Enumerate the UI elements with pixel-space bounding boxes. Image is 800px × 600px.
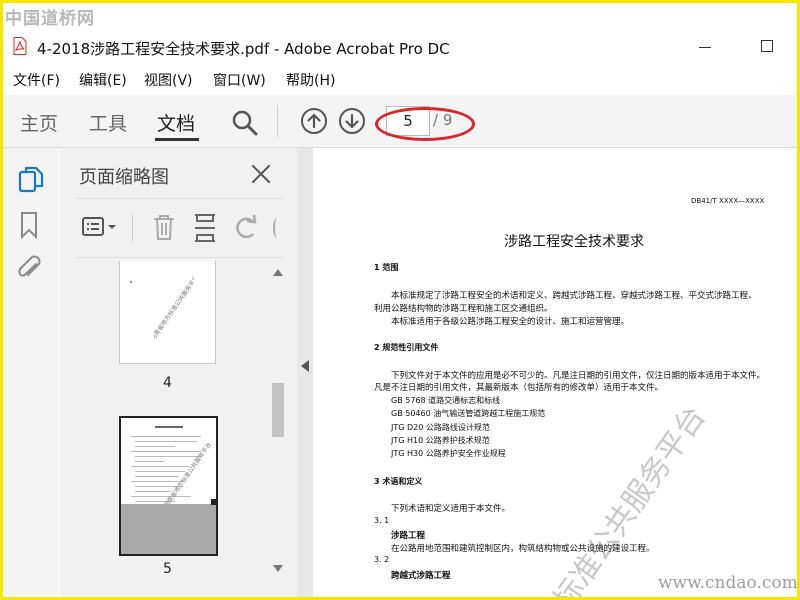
section-heading: 3 术语和定义 xyxy=(374,477,423,486)
document-title: 涉路工程安全技术要求 xyxy=(504,234,644,250)
maximize-button[interactable] xyxy=(761,40,773,52)
navigation-rail xyxy=(3,148,59,597)
screenshot-frame: 中国道桥网 4-2018涉路工程安全技术要求.pdf - Adobe Acrob… xyxy=(0,0,800,600)
menu-bar: 文件(F) 编辑(E) 视图(V) 窗口(W) 帮助(H) xyxy=(3,67,797,91)
paragraph-line: 下列术语和定义适用于本文件。 xyxy=(391,504,511,514)
collapse-panel-icon[interactable] xyxy=(301,360,309,372)
term-name: 涉路工程 xyxy=(391,531,426,541)
page-thumbnails-icon[interactable] xyxy=(17,165,45,195)
section-heading: 1 范围 xyxy=(374,263,399,272)
menu-window[interactable]: 窗口(W) xyxy=(213,70,266,90)
visible-area-overlay xyxy=(121,504,216,554)
site-url-watermark: www.cndao.com xyxy=(658,573,798,593)
menu-help[interactable]: 帮助(H) xyxy=(286,70,335,90)
section-heading: 2 规范性引用文件 xyxy=(374,343,439,352)
more-tools-icon[interactable] xyxy=(273,218,281,238)
reference-item: JTG D20 公路路线设计规范 xyxy=(391,423,490,432)
term-name: 跨越式涉路工程 xyxy=(391,571,451,581)
rotate-page-icon[interactable] xyxy=(233,214,261,242)
tab-document[interactable]: 文档 xyxy=(157,109,195,136)
paragraph-line: 凡是不注日期的引用文件，其最新版本（包括所有的修改单）适用于本文件。 xyxy=(374,383,664,393)
delete-icon[interactable] xyxy=(151,213,177,241)
scrollbar-thumb[interactable] xyxy=(272,383,284,437)
scroll-up-icon[interactable] xyxy=(273,269,283,276)
bookmark-icon[interactable] xyxy=(17,211,41,239)
thumbnail-scrollbar[interactable] xyxy=(269,265,287,577)
scroll-down-icon[interactable] xyxy=(273,565,283,572)
next-page-icon[interactable] xyxy=(338,107,366,135)
document-view[interactable]: 标准公共服务平台 DB41/T XXXX—XXXX 涉路工程安全技术要求 1 范… xyxy=(313,148,797,597)
resize-handle[interactable] xyxy=(211,499,217,505)
reference-item: JTG H10 公路养护技术规范 xyxy=(391,436,490,445)
close-icon[interactable] xyxy=(250,163,272,185)
window-title: 4-2018涉路工程安全技术要求.pdf - Adobe Acrobat Pro… xyxy=(37,40,450,58)
annotation-highlight-ring xyxy=(375,107,475,141)
document-code: DB41/T XXXX—XXXX xyxy=(691,197,765,205)
tab-home[interactable]: 主页 xyxy=(20,109,58,136)
pdf-file-icon xyxy=(13,37,27,55)
active-tab-indicator xyxy=(155,138,199,141)
menu-edit[interactable]: 编辑(E) xyxy=(79,70,127,90)
paragraph-line: 本标准规定了涉路工程安全的术语和定义、跨越式涉路工程、穿越式涉路工程、平交式涉路… xyxy=(391,291,757,301)
page-thumbnails-panel: 页面缩略图 河南省地方标准公共服务平台 4 河南省地方标准公共服务平台 5 xyxy=(60,148,297,597)
minimize-button[interactable] xyxy=(699,47,711,48)
reference-item: JTG H30 公路养护安全作业规程 xyxy=(391,449,506,458)
search-icon[interactable] xyxy=(231,109,259,137)
term-number: 3. 2 xyxy=(374,555,390,564)
attachment-icon[interactable] xyxy=(17,255,43,283)
thumbnail-label: 4 xyxy=(163,375,172,391)
thumbnail-watermark: 河南省地方标准公共服务平台 xyxy=(162,441,211,508)
term-number: 3. 1 xyxy=(374,516,390,525)
site-watermark: 中国道桥网 xyxy=(5,9,95,29)
title-bar: 4-2018涉路工程安全技术要求.pdf - Adobe Acrobat Pro… xyxy=(3,31,797,65)
thumbnail-toolbar xyxy=(76,198,281,258)
reference-item: GB 50460 油气输送管道跨越工程施工规范 xyxy=(391,409,546,418)
extract-pages-icon[interactable] xyxy=(193,213,217,243)
thumbnail-page-4[interactable]: 河南省地方标准公共服务平台 xyxy=(119,261,216,364)
previous-page-icon[interactable] xyxy=(300,107,328,135)
thumbnail-watermark: 河南省地方标准公共服务平台 xyxy=(154,274,194,341)
paragraph-line: 下列文件对于本文件的应用是必不可少的。凡是注日期的引用文件，仅注日期的版本适用于… xyxy=(391,371,766,381)
menu-view[interactable]: 视图(V) xyxy=(144,70,193,90)
term-definition: 在公路用地范围和建筑控制区内，构筑结构物或公共设施的建设工程。 xyxy=(391,544,655,554)
panel-title: 页面缩略图 xyxy=(79,167,169,188)
thumbnail-options-icon[interactable] xyxy=(82,216,118,238)
paragraph-line: 利用公路结构物的涉路工程和施工区交通组织。 xyxy=(374,304,553,314)
menu-file[interactable]: 文件(F) xyxy=(13,70,60,90)
thumbnail-label: 5 xyxy=(163,561,172,577)
panel-collapse-bar[interactable] xyxy=(297,148,313,597)
thumbnail-page-5[interactable]: 河南省地方标准公共服务平台 xyxy=(119,416,218,556)
tool-divider xyxy=(132,214,133,242)
paragraph-line: 本标准适用于各级公路涉路工程安全的设计、施工和运营管理。 xyxy=(391,317,630,327)
document-watermark: 标准公共服务平台 xyxy=(546,399,713,597)
toolbar-divider xyxy=(277,105,278,137)
tab-tools[interactable]: 工具 xyxy=(89,109,127,136)
thumbnail-title-line xyxy=(155,426,183,428)
reference-item: GB 5768 道路交通标志和标线 xyxy=(391,396,501,405)
